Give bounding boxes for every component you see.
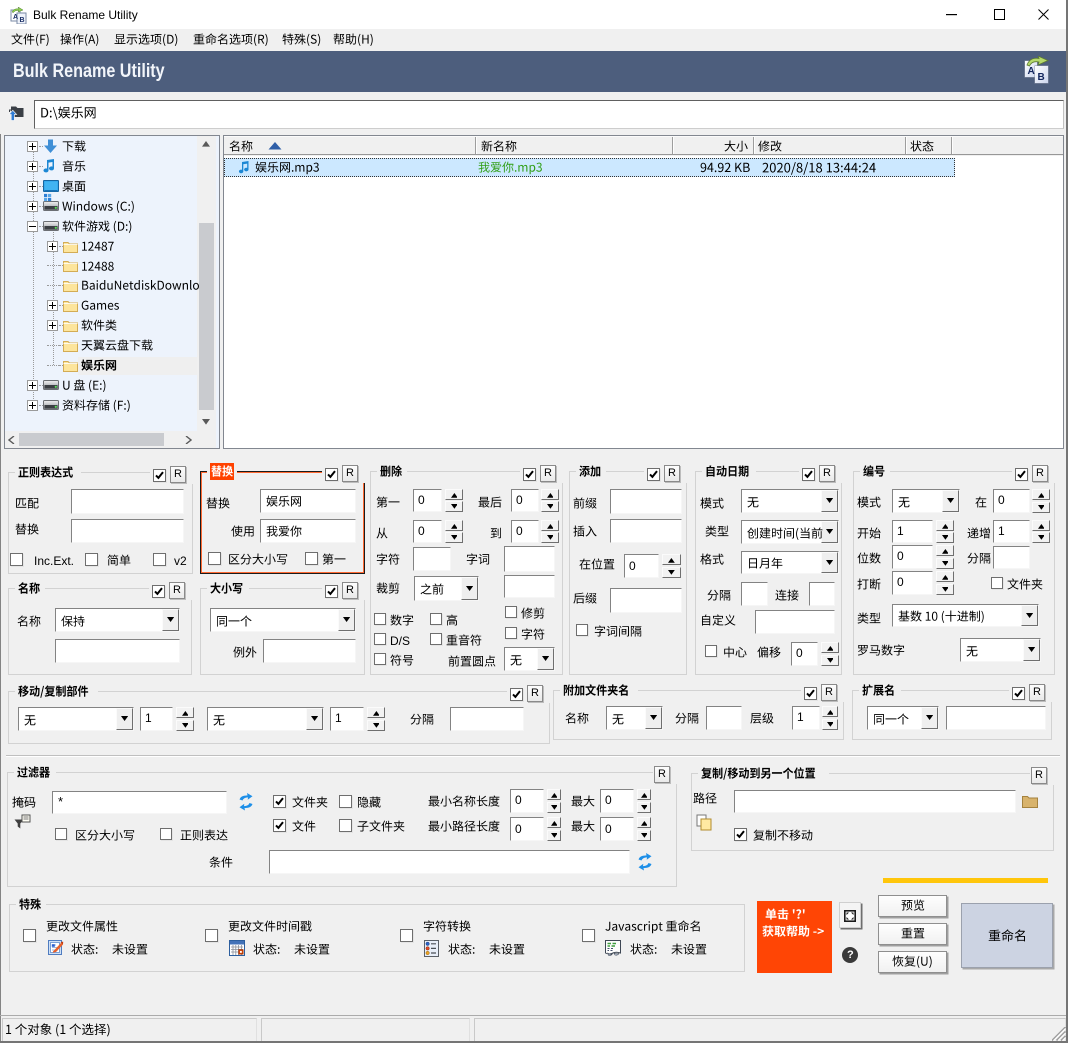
svg-text:B: B bbox=[1038, 72, 1045, 83]
svg-text:A: A bbox=[13, 14, 18, 21]
svg-text:A: A bbox=[1028, 66, 1035, 77]
svg-text:B: B bbox=[20, 17, 25, 24]
